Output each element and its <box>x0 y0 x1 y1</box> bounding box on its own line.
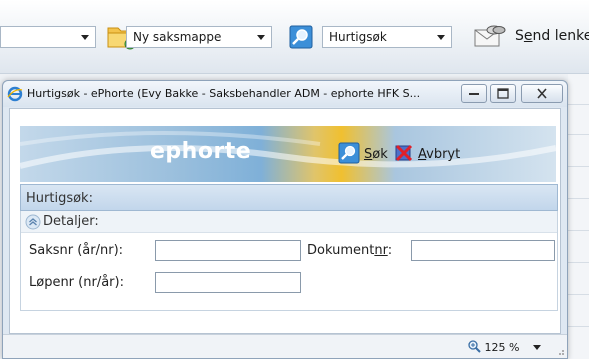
minimize-button[interactable] <box>461 84 487 103</box>
cancel-icon <box>394 143 414 166</box>
maximize-button[interactable] <box>490 84 516 103</box>
saksnr-label: Saksnr (år/nr): <box>29 243 124 258</box>
background-toolbar: Ny saksmappe Hurtigsøk Send lenke <box>0 0 589 74</box>
details-panel: Detaljer: Saksnr (år/nr): Dokumentnr: Lø… <box>20 211 558 311</box>
ephorte-logo: ephorte <box>150 139 252 164</box>
dokumentnr-label: Dokumentnr: <box>307 243 392 258</box>
hurtigsok-label: Hurtigsøk <box>329 30 387 44</box>
send-lenke-text-pre: S <box>515 28 524 44</box>
window-title: Hurtigsøk - ePhorte (Evy Bakke - Saksbeh… <box>27 87 421 100</box>
dokumentnr-hotkey: nr <box>374 243 388 258</box>
details-title: Detaljer: <box>43 214 99 229</box>
window-titlebar[interactable]: Hurtigsøk - ePhorte (Evy Bakke - Saksbeh… <box>3 81 567 107</box>
send-lenke-button[interactable]: Send lenke <box>515 28 589 44</box>
ny-saksmappe-select[interactable]: Ny saksmappe <box>126 26 272 48</box>
ny-saksmappe-label: Ny saksmappe <box>133 30 222 44</box>
sok-label: øk <box>372 146 388 162</box>
sok-button[interactable]: Søk <box>338 142 388 167</box>
status-bar: 125 % <box>3 334 567 358</box>
avbryt-button[interactable]: Avbryt <box>394 143 460 165</box>
ephorte-header: ephorte Søk Avbryt <box>20 126 556 182</box>
zoom-level: 125 % <box>484 341 520 354</box>
zoom-control[interactable]: 125 % <box>468 340 519 354</box>
combo-box-left[interactable] <box>0 26 96 48</box>
dokumentnr-label-pre: Dokument <box>307 243 375 258</box>
search-icon <box>338 142 360 167</box>
browser-icon <box>7 86 23 105</box>
popup-content: ephorte Søk Avbryt Hurtigsøk: Detaljer: … <box>9 108 561 334</box>
details-header[interactable]: Detaljer: <box>21 211 557 233</box>
hurtigsok-section-header: Hurtigsøk: <box>20 184 558 211</box>
send-lenke-hotkey: e <box>523 28 533 44</box>
avbryt-hotkey: A <box>418 146 427 162</box>
dokumentnr-input[interactable] <box>411 240 555 261</box>
saksnr-input[interactable] <box>155 240 301 261</box>
hurtigsok-window: Hurtigsøk - ePhorte (Evy Bakke - Saksbeh… <box>2 80 568 359</box>
chevron-down-icon <box>257 35 265 40</box>
resize-grip-icon[interactable] <box>555 346 565 356</box>
search-icon[interactable] <box>289 25 313 52</box>
header-swoosh <box>20 131 556 169</box>
lopenr-input[interactable] <box>155 272 301 293</box>
dropdown-arrow-icon <box>81 35 89 40</box>
hurtigsok-select[interactable]: Hurtigsøk <box>322 26 452 48</box>
zoom-dropdown-icon[interactable] <box>533 345 541 350</box>
dokumentnr-label-post: : <box>387 243 393 258</box>
collapse-chevron-icon[interactable] <box>25 214 41 233</box>
background-page-edge <box>568 74 589 359</box>
avbryt-label: vbryt <box>426 146 461 162</box>
lopenr-label: Løpenr (nr/år): <box>29 275 124 290</box>
send-link-icon[interactable] <box>472 22 506 53</box>
section-title: Hurtigsøk: <box>26 191 93 206</box>
zoom-icon <box>468 340 481 353</box>
close-button[interactable] <box>521 84 563 103</box>
send-lenke-text-post: nd lenke <box>532 28 589 44</box>
chevron-down-icon <box>437 35 445 40</box>
